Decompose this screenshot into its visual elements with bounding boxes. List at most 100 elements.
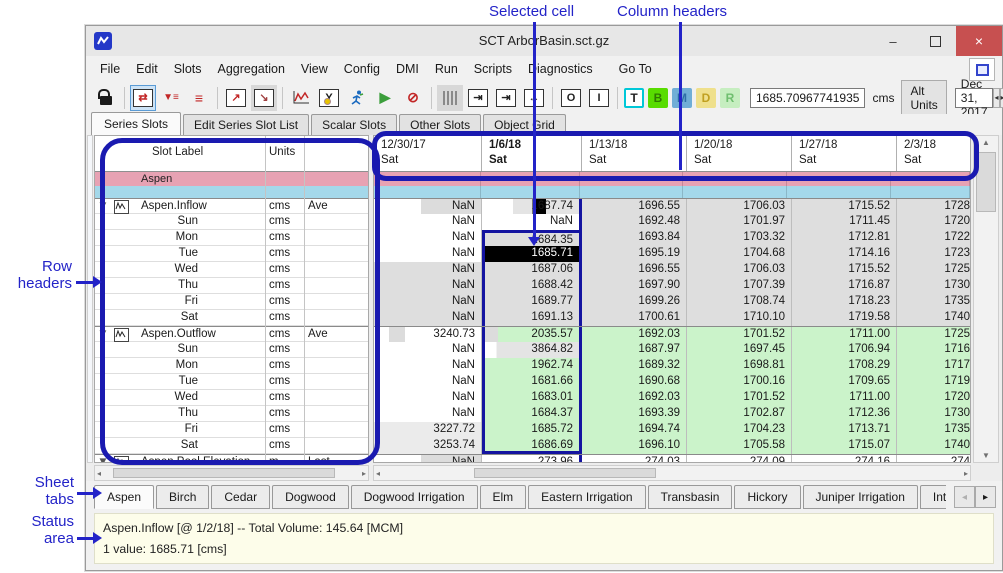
left-pane-vertical-scrollbar[interactable] [87,135,93,463]
column-header-1-27-18[interactable]: 1/27/18Sat [792,136,897,171]
expander-icon[interactable]: ▼ [97,455,109,462]
sheet-tabs-scroll-right[interactable]: ▸ [975,486,996,508]
grid-cell[interactable]: 1685.71 [482,246,582,262]
goto-slot-icon[interactable]: ↘ [251,85,277,111]
grid-cell[interactable]: 1709.65 [792,374,897,390]
grid-cell[interactable]: 1701.52 [687,327,792,343]
flag-d-button[interactable]: D [696,88,716,108]
row-header-sun[interactable]: Suncms [95,214,368,230]
grid-cell[interactable]: 1686.69 [482,438,582,454]
grid-cell[interactable]: 3240.73 [374,327,482,343]
grid-cell[interactable]: 1705.58 [687,438,792,454]
menu-diagnostics[interactable]: Diagnostics [520,58,601,80]
flag-t-button[interactable]: T [624,88,644,108]
row-header-aspen-inflow[interactable]: ▼Aspen.InflowcmsAve [95,198,368,214]
sheet-tab-aspen[interactable]: Aspen [94,485,154,509]
grid-cell[interactable]: 3253.74 [374,438,482,454]
right-horizontal-scrollbar[interactable]: ◂ ▸ [373,465,971,481]
grid-cell[interactable]: 1685.72 [482,422,582,438]
scroll-left-icon[interactable]: ◂ [97,469,101,478]
row-header-fri[interactable]: Fricms [95,294,368,310]
start-run-icon[interactable]: ▶ [372,85,398,111]
sheet-tab-hickory[interactable]: Hickory [734,485,800,509]
column-header-1-6-18[interactable]: 1/6/18Sat [482,136,582,171]
grid-cell[interactable]: 1694.74 [582,422,687,438]
grid-cell[interactable]: 1712.81 [792,230,897,246]
group-row-aspen-data[interactable] [374,172,970,186]
grid-cell[interactable]: NaN [374,294,482,310]
left-hscroll-thumb[interactable] [113,468,335,478]
sheet-tabs-scroll-left[interactable]: ◂ [954,486,975,508]
row-header-sat[interactable]: Satcms [95,310,368,326]
grid-cell[interactable]: 1708.29 [792,358,897,374]
column-header-12-30-17[interactable]: 12/30/17Sat [374,136,482,171]
grid-cell[interactable]: 1706.03 [687,199,792,215]
sync-selection-icon[interactable]: ⇄ [130,85,156,111]
grid-cell[interactable]: NaN [374,199,482,215]
sheet-tab-elm[interactable]: Elm [480,485,527,509]
grid-cell[interactable]: 1720 [897,390,970,406]
grid-cell[interactable]: 1687.06 [482,262,582,278]
grid-cell[interactable]: NaN [374,374,482,390]
maximize-button[interactable] [914,26,956,56]
grid-cell[interactable]: 1702.87 [687,406,792,422]
menu-scripts[interactable]: Scripts [466,58,520,80]
vertical-scrollbar-thumb[interactable] [976,152,996,212]
row-header-thu[interactable]: Thucms [95,278,368,294]
grid-cell[interactable]: 1706.94 [792,342,897,358]
grid-cell[interactable]: NaN [374,246,482,262]
grid-cell[interactable]: NaN [374,310,482,326]
grid-cell[interactable]: 1703.32 [687,230,792,246]
timestep-columns-icon[interactable] [437,85,463,111]
grid-cell[interactable]: 1706.03 [687,262,792,278]
grid-cell[interactable]: 1730 [897,278,970,294]
grid-cell[interactable]: 1683.01 [482,390,582,406]
row-header-tue[interactable]: Tuecms [95,246,368,262]
grid-cell[interactable]: 1708.74 [687,294,792,310]
grid-cell[interactable]: 1690.68 [582,374,687,390]
flag-m-button[interactable]: M [672,88,692,108]
open-slot-icon[interactable]: ↗ [223,85,249,111]
grid-cell[interactable]: NaN [374,358,482,374]
grid-cell[interactable]: 1725 [897,327,970,343]
grid-cell[interactable]: NaN [374,230,482,246]
minimize-button[interactable]: – [872,26,914,56]
date-field[interactable]: Dec 31, 2017 [955,88,994,108]
grid-cell[interactable]: 3227.72 [374,422,482,438]
tab-series-slots[interactable]: Series Slots [91,112,181,135]
left-horizontal-scrollbar[interactable]: ◂ ▸ [94,465,369,481]
grid-cell[interactable]: 1735 [897,422,970,438]
row-header-mon[interactable]: Moncms [95,230,368,246]
grid-cell[interactable]: 1715.52 [792,199,897,215]
grid-cell[interactable]: 1711.00 [792,390,897,406]
value-field[interactable]: 1685.70967741935 [750,88,865,108]
grid-cell[interactable]: NaN [374,262,482,278]
grid-cell[interactable]: 274.03 [582,455,687,462]
row-header-tue[interactable]: Tuecms [95,374,368,390]
stop-run-icon[interactable]: ⊘ [400,85,426,111]
grid-cell[interactable]: 1696.55 [582,199,687,215]
grid-cell[interactable]: 1725 [897,262,970,278]
input-flag-icon[interactable]: I [586,85,612,111]
grid-cell[interactable]: 1704.23 [687,422,792,438]
right-hscroll-thumb[interactable] [474,468,656,478]
grid-cell[interactable]: 1716 [897,342,970,358]
menu-aggregation[interactable]: Aggregation [210,58,293,80]
grid-cell[interactable]: 273.96 [482,455,582,462]
grid-cell[interactable]: 274.09 [687,455,792,462]
grid-cell[interactable]: 1715.52 [792,262,897,278]
run-control-icon[interactable] [344,85,370,111]
menu-dmi[interactable]: DMI [388,58,427,80]
grid-cell[interactable]: 3864.82 [482,342,582,358]
grid-cell[interactable]: 1692.03 [582,390,687,406]
grid-cell[interactable]: 1696.55 [582,262,687,278]
menu-go-to[interactable]: Go To [611,58,660,80]
row-header-wed[interactable]: Wedcms [95,262,368,278]
row-header-mon[interactable]: Moncms [95,358,368,374]
grid-cell[interactable]: 1715.07 [792,438,897,454]
sheet-tab-cedar[interactable]: Cedar [211,485,270,509]
group-row-aspen[interactable]: Aspen [95,172,368,186]
close-button[interactable]: × [956,26,1002,56]
grid-cell[interactable]: 1693.39 [582,406,687,422]
aggregation-rows-icon[interactable]: ▼≡ [158,85,184,111]
